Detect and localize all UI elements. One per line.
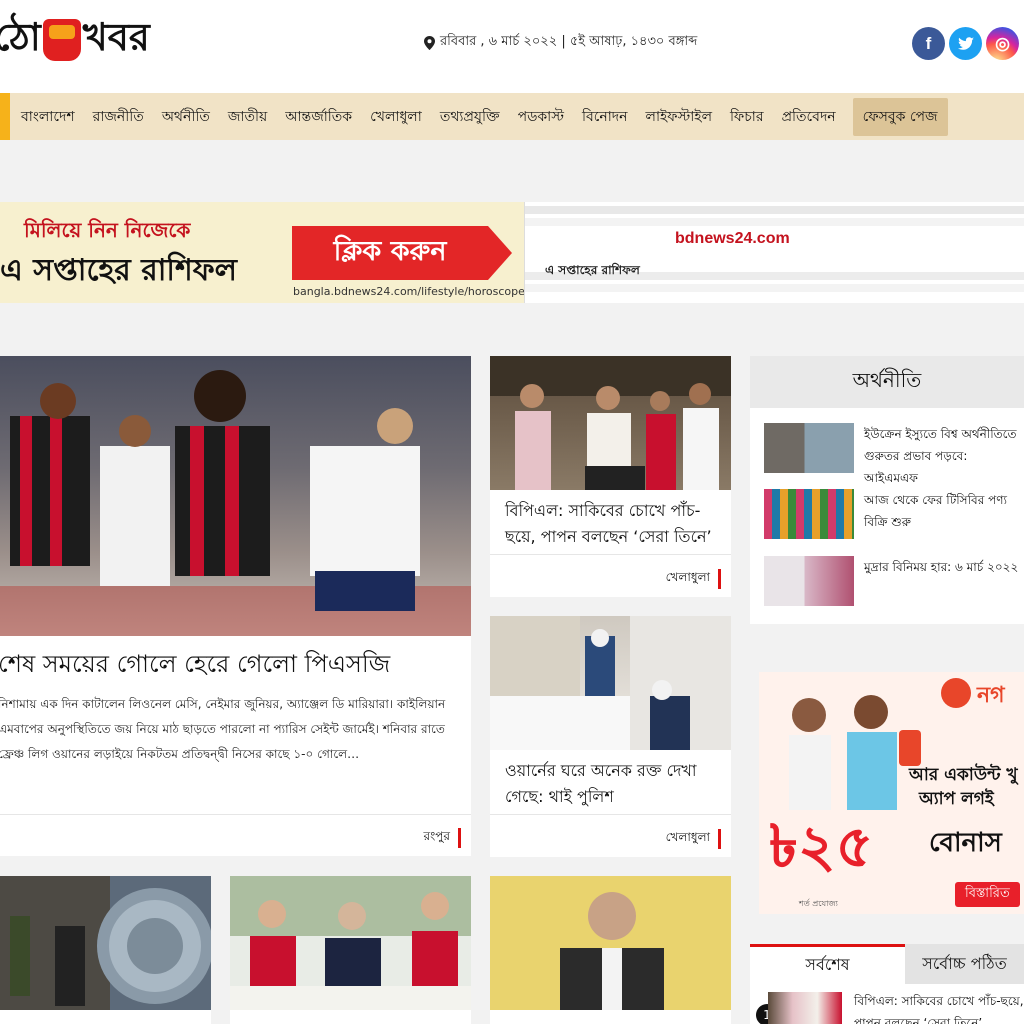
nav-item-bangladesh[interactable]: বাংলাদেশ [12, 105, 84, 129]
nav-item-sports[interactable]: খেলাধুলা [361, 105, 431, 129]
nav-item-lifestyle[interactable]: লাইফস্টাইল [637, 105, 722, 129]
ad-more-button[interactable]: বিস্তারিত [955, 882, 1020, 907]
divider [490, 814, 731, 815]
sidebar-thumbnail[interactable] [764, 556, 854, 606]
ad-line-2: এ সপ্তাহের রাশিফল [0, 253, 238, 288]
nav-facebook-page-button[interactable]: ফেসবুক পেজ [852, 97, 948, 136]
zelensky-illustration [490, 876, 731, 1010]
logo-text-right: খবর [82, 14, 150, 59]
latest-list: 1 বিপিএল: সাকিবের চোখে পাঁচ-ছয়ে, পাপন ব… [750, 984, 1024, 1024]
nav-item-national[interactable]: জাতীয় [219, 105, 276, 129]
sidebar-item-text[interactable]: ইউক্রেন ইস্যুতে বিশ্ব অর্থনীতিতে গুরুতর … [864, 423, 1024, 489]
ad-cta-button[interactable]: ক্লিক করুন [292, 226, 488, 280]
sidebar-ad[interactable]: নগ আর একাউন্ট খু অ্যাপ লগই ৳২৫ বোনাস বিস… [759, 672, 1024, 914]
shot-bar [525, 206, 1024, 214]
instagram-icon[interactable]: ◎ [986, 27, 1019, 60]
sidebar-thumbnail[interactable] [764, 423, 854, 473]
lead-excerpt: নিশামায় এক দিন কাটালেন লিওনেল মেসি, নেই… [0, 697, 446, 761]
horoscope-ad-banner[interactable]: মিলিয়ে নিন নিজেকে এ সপ্তাহের রাশিফল ক্ল… [0, 202, 1024, 303]
lead-story-card[interactable]: শেষ সময়ের গোলে হেরে গেলো পিএসজি নিশামায… [0, 356, 471, 856]
story-headline[interactable]: ওয়ার্নের ঘরে অনেক রক্ত দেখা গেছে: থাই প… [505, 758, 720, 810]
story-image[interactable] [0, 876, 211, 1010]
latest-thumbnail[interactable] [768, 992, 842, 1024]
nav-item-international[interactable]: আন্তর্জাতিক [276, 105, 361, 129]
nav-item-tech[interactable]: তথ্যপ্রযুক্তি [431, 105, 509, 129]
latest-tabs: সর্বশেষ সর্বোচ্চ পঠিত [750, 944, 1024, 984]
ad-amount: ৳২৫ [769, 812, 874, 880]
story-image[interactable] [230, 876, 471, 1010]
lead-story-image[interactable] [0, 356, 471, 636]
ad-line-1: মিলিয়ে নিন নিজেকে [24, 218, 191, 242]
story-category[interactable]: খেলাধুলা [666, 569, 721, 589]
story-card[interactable]: ওয়ার্নের ঘরে অনেক রক্ত দেখা গেছে: থাই প… [490, 616, 731, 857]
football-players-illustration [0, 370, 471, 636]
dateline: রবিবার , ৬ মার্চ ২০২২ | ৫ই আষাঢ়, ১৪৩০ ব… [424, 32, 697, 53]
ad-line-2: অ্যাপ লগই [919, 789, 994, 809]
fist-logo-icon [42, 19, 81, 61]
shot-brand: bdnews24.com [675, 230, 790, 247]
ad-website-screenshot: bdnews24.com এ সপ্তাহের রাশিফল [524, 202, 1024, 303]
ad-url: bangla.bdnews24.com/lifestyle/horoscope/ [293, 285, 529, 298]
divider [0, 814, 471, 815]
shot-bar [525, 284, 1024, 292]
facebook-icon[interactable]: f [912, 27, 945, 60]
logo-text-left: ঠো [0, 14, 41, 59]
main-nav: বাংলাদেশ রাজনীতি অর্থনীতি জাতীয় আন্তর্জ… [0, 93, 1024, 140]
divider [490, 554, 731, 555]
page: ঠো খবর রবিবার , ৬ মার্চ ২০২২ | ৫ই আষাঢ়,… [0, 0, 1024, 1024]
sidebar-thumbnail[interactable] [764, 489, 854, 539]
story-card[interactable] [490, 876, 731, 1024]
twitter-icon[interactable] [949, 27, 982, 60]
nav-item-podcast[interactable]: পডকাস্ট [509, 105, 573, 129]
nagad-logo-icon [941, 678, 971, 708]
lead-category[interactable]: রংপুর [423, 828, 461, 848]
lead-headline[interactable]: শেষ সময়ের গোলে হেরে গেলো পিএসজি [0, 648, 468, 680]
story-headline[interactable]: বিপিএল: সাকিবের চোখে পাঁচ-ছয়ে, পাপন বলছ… [505, 498, 720, 550]
press-conference-illustration [490, 356, 731, 490]
imf-coin-illustration [0, 876, 211, 1010]
nav-edge-accent [0, 93, 10, 140]
nav-item-entertainment[interactable]: বিনোদন [573, 105, 637, 129]
story-image[interactable] [490, 356, 731, 490]
putin-flight-attendants-illustration [230, 876, 471, 1010]
ad-brand: নগ [977, 683, 1005, 708]
tab-most-read[interactable]: সর্বোচ্চ পঠিত [905, 944, 1024, 984]
story-image[interactable] [490, 616, 731, 750]
ad-arrow-icon [488, 226, 512, 280]
date-text: রবিবার , ৬ মার্চ ২০২২ | ৫ই আষাঢ়, ১৪৩০ ব… [440, 34, 698, 49]
shot-bar [525, 218, 1024, 226]
site-logo[interactable]: ঠো খবর [0, 10, 150, 70]
nav-item-report[interactable]: প্রতিবেদন [773, 105, 845, 129]
location-pin-icon [424, 35, 435, 50]
sidebar-section-title[interactable]: অর্থনীতি [750, 356, 1024, 408]
ad-footnote: শর্ত প্রযোজ্য [799, 899, 838, 908]
nav-item-politics[interactable]: রাজনীতি [84, 105, 153, 129]
hotel-room-illustration [490, 616, 731, 750]
ad-people-illustration [789, 695, 921, 810]
nav-item-economy[interactable]: অর্থনীতি [153, 105, 219, 129]
shot-sub: এ সপ্তাহের রাশিফল [545, 263, 640, 277]
story-image[interactable] [490, 876, 731, 1010]
nav-item-feature[interactable]: ফিচার [721, 105, 773, 129]
site-header: ঠো খবর রবিবার , ৬ মার্চ ২০২২ | ৫ই আষাঢ়,… [0, 0, 1024, 93]
latest-item-text[interactable]: বিপিএল: সাকিবের চোখে পাঁচ-ছয়ে, পাপন বলছ… [854, 990, 1024, 1024]
sidebar-item-text[interactable]: আজ থেকে ফের টিসিবির পণ্য বিক্রি শুরু [864, 489, 1024, 533]
tab-latest[interactable]: সর্বশেষ [750, 944, 905, 984]
story-card[interactable] [230, 876, 471, 1024]
story-card[interactable]: বিপিএল: সাকিবের চোখে পাঁচ-ছয়ে, পাপন বলছ… [490, 356, 731, 597]
story-category[interactable]: খেলাধুলা [666, 829, 721, 849]
sidebar-item-text[interactable]: মুদ্রার বিনিময় হার: ৬ মার্চ ২০২২ [864, 556, 1024, 578]
ad-bonus: বোনাস [929, 828, 1002, 858]
story-card[interactable] [0, 876, 211, 1024]
